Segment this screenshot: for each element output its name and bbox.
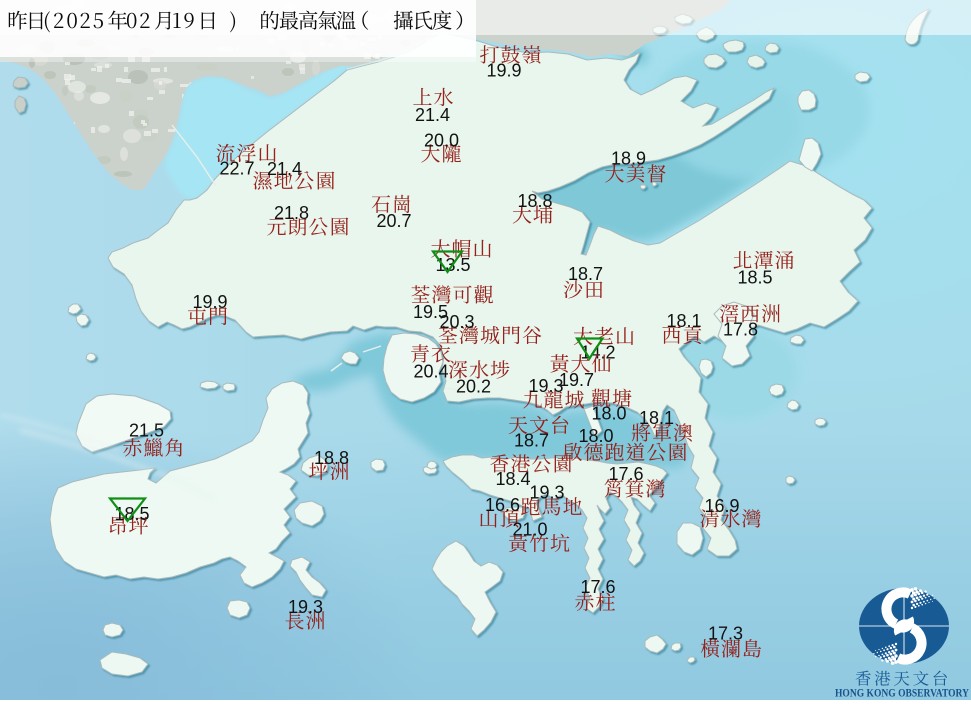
svg-text:20.4: 20.4: [414, 362, 449, 382]
svg-text:20.3: 20.3: [440, 312, 475, 332]
svg-text:19.9: 19.9: [487, 61, 522, 81]
svg-text:18.8: 18.8: [518, 191, 553, 211]
svg-text:21.0: 21.0: [513, 520, 548, 540]
svg-text:18.1: 18.1: [639, 408, 674, 428]
svg-text:18.5: 18.5: [738, 268, 773, 288]
svg-text:20.0: 20.0: [424, 131, 459, 151]
svg-text:17.6: 17.6: [581, 577, 616, 597]
svg-text:18.7: 18.7: [514, 431, 549, 451]
svg-text:19.3: 19.3: [529, 376, 564, 396]
svg-text:18.0: 18.0: [592, 404, 627, 424]
svg-text:21.4: 21.4: [267, 159, 302, 179]
svg-text:18.9: 18.9: [611, 149, 646, 169]
svg-text:18.1: 18.1: [667, 311, 702, 331]
svg-text:16.6: 16.6: [485, 495, 520, 515]
svg-text:17.3: 17.3: [708, 624, 743, 644]
svg-text:18.7: 18.7: [568, 264, 603, 284]
svg-text:16.9: 16.9: [705, 496, 740, 516]
svg-text:19.9: 19.9: [193, 292, 228, 312]
svg-text:HONG KONG OBSERVATORY: HONG KONG OBSERVATORY: [835, 686, 969, 700]
svg-text:21.4: 21.4: [415, 105, 450, 125]
svg-text:17.6: 17.6: [609, 464, 644, 484]
svg-text:20.7: 20.7: [377, 211, 412, 231]
svg-text:17.8: 17.8: [723, 320, 758, 340]
svg-text:21.5: 21.5: [129, 421, 164, 441]
svg-text:18.0: 18.0: [579, 426, 614, 446]
svg-text:21.8: 21.8: [274, 203, 309, 223]
svg-text:19.3: 19.3: [530, 483, 565, 503]
svg-text:18.4: 18.4: [496, 469, 531, 489]
svg-text:18.8: 18.8: [314, 448, 349, 468]
svg-text:22.7: 22.7: [220, 159, 255, 179]
svg-text:19.7: 19.7: [559, 370, 594, 390]
svg-text:20.2: 20.2: [456, 377, 491, 397]
svg-text:19.3: 19.3: [288, 597, 323, 617]
